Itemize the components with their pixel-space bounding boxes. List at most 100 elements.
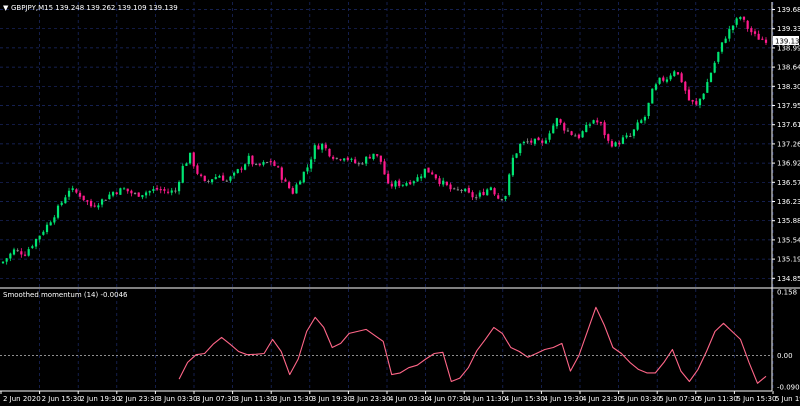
time-tick-label: 3 Jun 11:30	[235, 395, 275, 403]
time-tick-label: 3 Jun 07:30	[196, 395, 236, 403]
candle-body	[310, 159, 313, 169]
price-tick-label: 136.920	[777, 160, 800, 168]
candle-body	[49, 222, 52, 226]
candle-body	[185, 163, 188, 166]
sub-grid	[39, 289, 774, 390]
price-tick-label: 136.230	[777, 198, 800, 206]
candle-body	[482, 191, 485, 196]
candle-body	[394, 181, 397, 187]
price-tick-label: 138.640	[777, 64, 800, 72]
candle-body	[170, 190, 173, 193]
candle-body	[405, 183, 408, 186]
time-tick-label: 2 Jun 2020	[3, 395, 41, 403]
candle-body	[409, 182, 412, 185]
candle-body	[460, 190, 463, 192]
candle-body	[332, 156, 335, 159]
candle-body	[196, 165, 199, 174]
candle-body	[357, 163, 360, 165]
candle-body	[735, 18, 738, 25]
time-tick-label: 4 Jun 11:30	[466, 395, 506, 403]
candle-body	[199, 174, 203, 176]
candle-body	[1, 261, 5, 264]
price-tag: 139.139	[773, 36, 800, 46]
candle-body	[603, 122, 606, 136]
candle-body	[192, 152, 195, 167]
time-tick-label: 3 Jun 15:30	[273, 395, 313, 403]
candle-body	[687, 89, 691, 101]
price-tick-label: 136.570	[777, 179, 800, 187]
candle-body	[144, 192, 148, 196]
candle-body	[210, 179, 214, 183]
candle-body	[328, 148, 331, 157]
candle-body	[236, 169, 239, 173]
candle-body	[42, 231, 45, 235]
candle-body	[720, 42, 724, 52]
candle-body	[486, 189, 489, 196]
candle-body	[284, 179, 287, 182]
candle-body	[416, 177, 419, 182]
candle-body	[680, 73, 683, 83]
candle-body	[97, 205, 100, 208]
price-tick-label: 138.990	[777, 44, 800, 52]
candle-body	[640, 120, 643, 123]
candle-body	[273, 161, 276, 166]
candle-body	[621, 137, 625, 144]
candle-body	[706, 82, 709, 93]
chart-menu-arrow[interactable]: ▼	[3, 4, 9, 12]
price-tick-label: 138.300	[777, 83, 800, 91]
candle-body	[500, 199, 503, 201]
candle-body	[317, 145, 320, 150]
candle-body	[203, 175, 206, 182]
time-tick-label: 4 Jun 03:30	[389, 395, 429, 403]
candle-body	[533, 138, 536, 144]
candle-body	[526, 141, 529, 143]
candle-body	[126, 188, 129, 192]
time-tick-label: 5 Jun 15:30	[736, 395, 776, 403]
candle-body	[592, 120, 595, 124]
candle-body	[277, 166, 280, 168]
price-tick-label: 139.330	[777, 25, 800, 33]
candle-body	[64, 197, 67, 204]
momentum-tick-label: 0.00	[777, 352, 793, 360]
candle-body	[753, 31, 757, 34]
candle-body	[34, 239, 38, 247]
candle-body	[335, 157, 338, 159]
candle-body	[240, 168, 243, 170]
candle-body	[585, 124, 588, 133]
candle-body	[324, 144, 327, 149]
momentum-tick-label: 0.158	[777, 289, 797, 297]
candle-body	[658, 77, 661, 84]
candle-body	[387, 173, 390, 184]
chart-canvas[interactable]: 139.680 139.330 138.990 138.640 138.300 137.9…	[0, 0, 800, 406]
candle-body	[522, 141, 525, 143]
candle-body	[607, 134, 610, 141]
candle-body	[390, 183, 393, 187]
candle-body	[574, 135, 577, 137]
candle-body	[291, 188, 294, 194]
candle-body	[398, 180, 401, 186]
candle-body	[71, 188, 74, 190]
candle-body	[266, 162, 269, 164]
candle-body	[166, 191, 170, 193]
candle-body	[691, 99, 694, 102]
price-tick-label: 137.610	[777, 121, 800, 129]
candle-body	[497, 195, 500, 199]
candle-body	[86, 200, 89, 202]
candle-body	[676, 72, 680, 75]
candle-body	[566, 130, 570, 132]
candle-body	[614, 142, 617, 147]
candle-body	[625, 135, 628, 138]
price-tick-label: 135.540	[777, 236, 800, 244]
main-grid	[0, 2, 774, 287]
price-tick-label: 139.680	[777, 6, 800, 14]
candle-body	[53, 217, 56, 223]
candle-body	[214, 177, 217, 180]
candle-body	[401, 184, 404, 186]
candle-body	[665, 79, 669, 82]
candle-body	[698, 98, 702, 106]
axes	[0, 2, 800, 392]
candle-body	[365, 156, 368, 164]
candle-body	[731, 25, 735, 31]
candle-body	[420, 176, 423, 179]
candle-body	[122, 188, 126, 190]
